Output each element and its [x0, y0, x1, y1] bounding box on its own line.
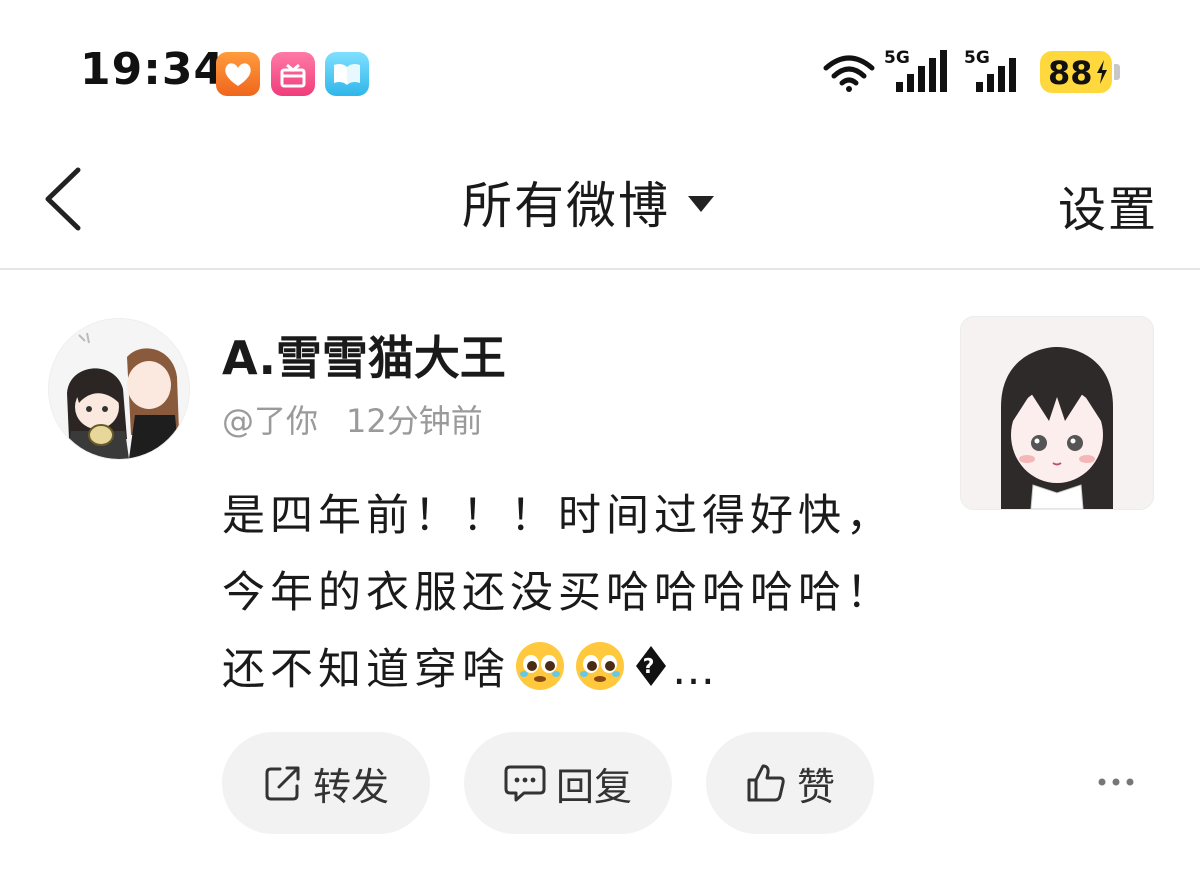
avatar-illustration: [49, 319, 189, 459]
cellular-signal-1: 5G: [884, 48, 954, 98]
pleading-face-emoji-icon: [514, 640, 566, 692]
post-meta: @了你 12分钟前: [222, 396, 483, 442]
status-time: 19:34: [80, 44, 226, 95]
like-button[interactable]: 赞: [706, 732, 874, 834]
repost-label: 转发: [312, 764, 389, 809]
back-button[interactable]: [40, 166, 90, 232]
avatar[interactable]: [48, 318, 190, 460]
page-title: 所有微博: [462, 177, 670, 235]
network-type-label: 5G: [964, 48, 990, 68]
battery-indicator: 88: [1040, 51, 1112, 93]
wifi-icon: [822, 52, 876, 96]
more-options-button[interactable]: [1096, 770, 1136, 794]
mention-label: @了你: [222, 402, 319, 440]
chevron-left-icon: [45, 167, 81, 231]
battery-level: 88: [1048, 54, 1093, 92]
comment-button[interactable]: 回复: [464, 732, 672, 834]
health-heart-icon: [216, 52, 260, 96]
gift-icon: [271, 52, 315, 96]
caret-down-icon: [688, 196, 714, 212]
share-external-icon: [265, 766, 300, 801]
book-icon: [325, 52, 369, 96]
svg-text:?: ?: [643, 654, 660, 678]
post-image-thumbnail[interactable]: [960, 316, 1154, 510]
comment-label: 回复: [555, 764, 632, 809]
charging-bolt-icon: [1097, 60, 1107, 84]
broken-character-icon: ?: [634, 640, 668, 692]
network-type-label: 5G: [884, 48, 910, 68]
post-text[interactable]: 是四年前！！！时间过得好快，今年的衣服还没买哈哈哈哈哈！还不知道穿啥?…: [222, 478, 902, 709]
more-dots-icon: [1098, 778, 1134, 786]
status-bar: 19:34 5G 5G 88: [0, 0, 1200, 140]
post-image-illustration: [961, 317, 1153, 509]
username[interactable]: A.雪雪猫大王: [222, 322, 506, 388]
pleading-face-emoji-icon: [574, 640, 626, 692]
battery-cap: [1114, 64, 1120, 80]
repost-button[interactable]: 转发: [222, 732, 430, 834]
cellular-signal-2: 5G: [964, 48, 1034, 98]
nav-bar: 所有微博 设置: [0, 140, 1200, 270]
like-label: 赞: [796, 764, 835, 809]
thumbs-up-icon: [747, 764, 785, 802]
truncation-ellipsis: …: [672, 645, 720, 695]
timestamp: 12分钟前: [346, 402, 483, 440]
comment-bubble-icon: [504, 765, 546, 802]
settings-button[interactable]: 设置: [1058, 170, 1158, 240]
feed-filter-dropdown[interactable]: 所有微博: [462, 166, 716, 238]
